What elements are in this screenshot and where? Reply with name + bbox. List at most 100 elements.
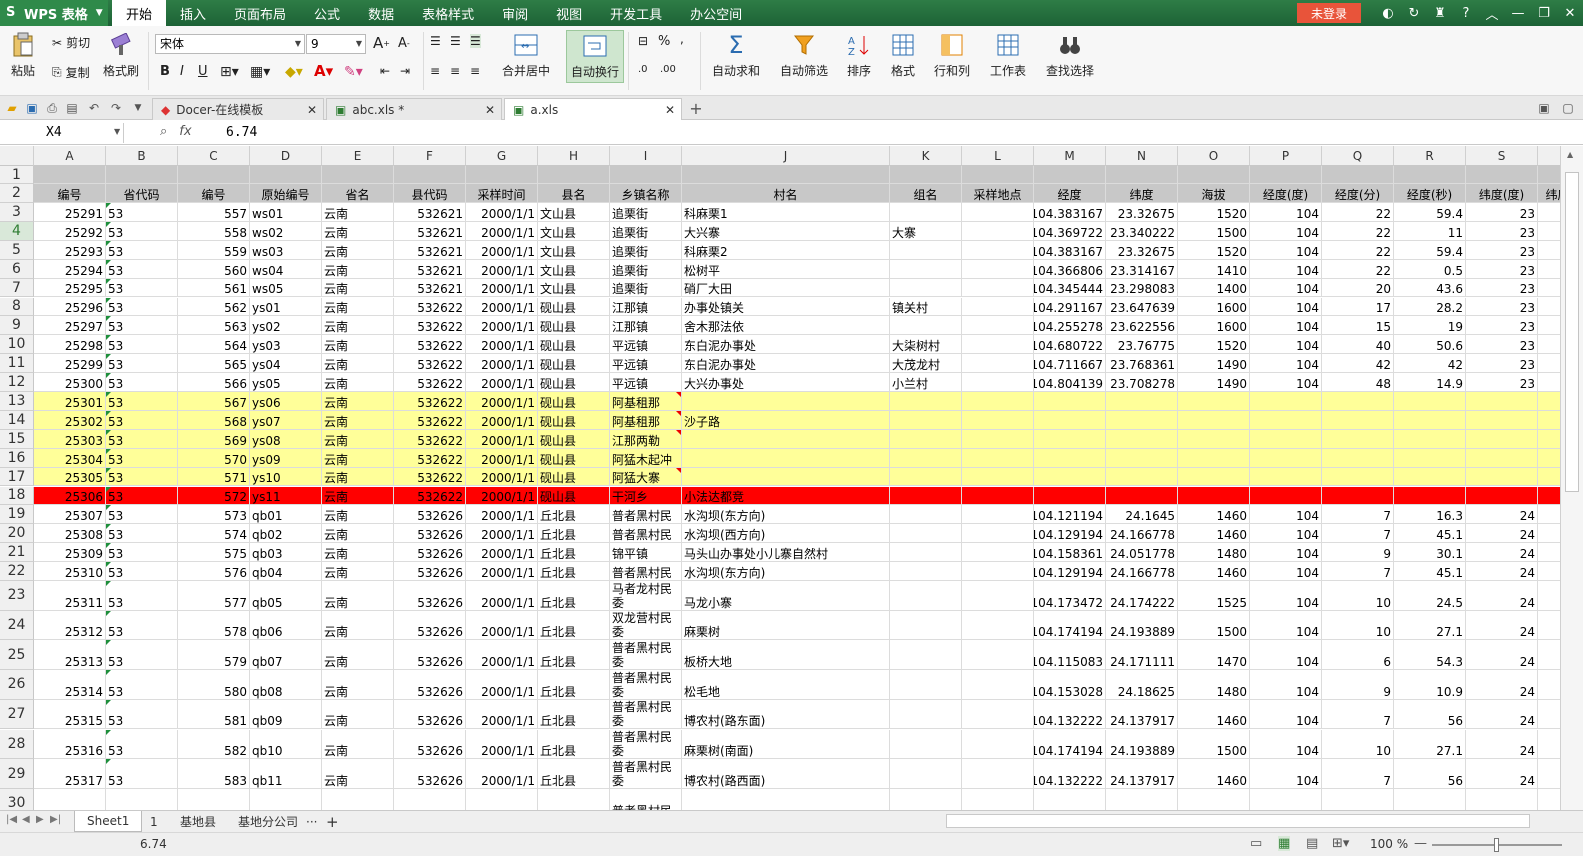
data-cell[interactable]: 25316 [34, 729, 106, 760]
data-cell[interactable]: 565 [178, 354, 250, 374]
data-cell[interactable]: 104 [1250, 610, 1322, 641]
data-cell[interactable]: 53 [106, 392, 178, 411]
increase-decimal-icon[interactable]: .0 [638, 64, 648, 75]
header-cell[interactable]: 海拔 [1178, 184, 1250, 203]
data-cell[interactable] [1322, 788, 1394, 810]
data-cell[interactable]: 23.76775 [1106, 335, 1178, 355]
data-cell[interactable]: 25317 [34, 759, 106, 789]
data-cell[interactable] [962, 240, 1034, 260]
data-cell[interactable]: 丘北县 [538, 759, 610, 789]
data-cell[interactable] [962, 524, 1034, 544]
data-cell[interactable]: 追栗街 [610, 259, 682, 279]
village-cell[interactable]: 马头山办事处小儿寨自然村 [682, 543, 890, 563]
village-cell[interactable]: 板桥大地 [682, 640, 890, 671]
data-cell[interactable]: qb07 [250, 640, 322, 671]
data-cell[interactable]: 24.137917 [1106, 699, 1178, 730]
row-header[interactable]: 3 [0, 203, 34, 222]
data-cell[interactable]: 2000/1/1 [466, 670, 538, 700]
decrease-font-icon[interactable]: A- [398, 36, 410, 51]
data-cell[interactable] [1250, 410, 1322, 430]
data-cell[interactable]: 56 [1394, 759, 1466, 789]
data-cell[interactable] [1034, 392, 1106, 411]
header-cell[interactable]: 省名 [322, 184, 394, 203]
data-cell[interactable]: 23.32675 [1106, 203, 1178, 222]
data-cell[interactable] [962, 759, 1034, 789]
column-header[interactable]: N [1106, 146, 1178, 166]
data-cell[interactable]: 1500 [1178, 610, 1250, 641]
cell[interactable] [394, 166, 466, 184]
data-cell[interactable]: 104 [1250, 581, 1322, 611]
data-cell[interactable]: 25315 [34, 699, 106, 730]
data-cell[interactable]: 23.768361 [1106, 354, 1178, 374]
data-cell[interactable]: 104 [1250, 640, 1322, 671]
horizontal-scrollbar[interactable] [946, 814, 1530, 828]
data-cell[interactable]: 532626 [394, 610, 466, 641]
menu-tab[interactable]: 页面布局 [220, 0, 300, 26]
format-painter-button[interactable]: 格式刷 [103, 32, 139, 79]
cell[interactable] [466, 166, 538, 184]
data-cell[interactable] [1538, 543, 1560, 563]
data-cell[interactable]: 双龙营村民委 [610, 610, 682, 641]
data-cell[interactable]: 25312 [34, 610, 106, 641]
cell[interactable] [1466, 166, 1538, 184]
data-cell[interactable]: 104 [1250, 335, 1322, 355]
data-cell[interactable]: ys03 [250, 335, 322, 355]
data-cell[interactable]: ws01 [250, 203, 322, 222]
data-cell[interactable]: 10 [1322, 729, 1394, 760]
data-cell[interactable]: 1410 [1178, 259, 1250, 279]
clear-format-icon[interactable]: ✎▾ [344, 64, 363, 80]
data-cell[interactable] [1250, 392, 1322, 411]
cell[interactable] [1106, 166, 1178, 184]
row-header[interactable]: 6 [0, 259, 34, 279]
data-cell[interactable]: 104 [1250, 297, 1322, 317]
data-cell[interactable]: 大寨 [890, 221, 962, 241]
data-cell[interactable]: 532622 [394, 486, 466, 506]
data-cell[interactable]: ws05 [250, 278, 322, 298]
data-cell[interactable]: 53 [106, 448, 178, 468]
data-cell[interactable]: 追栗街 [610, 240, 682, 260]
row-header[interactable]: 15 [0, 429, 34, 449]
data-cell[interactable]: 云南 [322, 581, 394, 611]
data-cell[interactable] [1538, 429, 1560, 449]
data-cell[interactable] [962, 354, 1034, 374]
font-color-icon[interactable]: A▾ [314, 62, 333, 80]
village-cell[interactable]: 科麻栗1 [682, 203, 890, 222]
data-cell[interactable] [890, 410, 962, 430]
data-cell[interactable] [1538, 203, 1560, 222]
data-cell[interactable]: qb05 [250, 581, 322, 611]
print-preview-icon[interactable]: ▤ [64, 100, 80, 116]
row-header[interactable]: 10 [0, 335, 34, 355]
data-cell[interactable]: 云南 [322, 392, 394, 411]
data-cell[interactable]: 25307 [34, 505, 106, 525]
align-left-icon[interactable]: ≡ [430, 64, 440, 78]
data-cell[interactable] [1034, 788, 1106, 810]
data-cell[interactable]: ws03 [250, 240, 322, 260]
cell[interactable] [1250, 166, 1322, 184]
data-cell[interactable]: 25298 [34, 335, 106, 355]
data-cell[interactable]: 25301 [34, 392, 106, 411]
data-cell[interactable] [962, 640, 1034, 671]
data-cell[interactable]: 15 [1322, 316, 1394, 336]
zoom-icon[interactable]: ⌕ [160, 124, 167, 139]
find-select-button[interactable]: 查找选择 [1046, 32, 1094, 79]
data-cell[interactable]: 2000/1/1 [466, 581, 538, 611]
data-cell[interactable] [1394, 467, 1466, 487]
data-cell[interactable]: 53 [106, 240, 178, 260]
data-cell[interactable] [1178, 788, 1250, 810]
first-sheet-icon[interactable]: |◀ [6, 814, 17, 825]
data-cell[interactable]: 24 [1466, 729, 1538, 760]
header-cell[interactable]: 经度(分) [1322, 184, 1394, 203]
data-cell[interactable]: 53 [106, 562, 178, 581]
data-cell[interactable]: 104.174194 [1034, 729, 1106, 760]
row-header[interactable]: 2 [0, 184, 34, 203]
data-cell[interactable] [538, 788, 610, 810]
data-cell[interactable]: 文山县 [538, 278, 610, 298]
data-cell[interactable]: 24.166778 [1106, 524, 1178, 544]
cell[interactable] [962, 166, 1034, 184]
close-tab-icon[interactable]: ✕ [485, 103, 495, 117]
scroll-thumb[interactable] [1565, 172, 1579, 492]
data-cell[interactable]: 59.4 [1394, 240, 1466, 260]
data-cell[interactable]: 1480 [1178, 670, 1250, 700]
data-cell[interactable]: 559 [178, 240, 250, 260]
autosum-button[interactable]: Σ 自动求和 [712, 31, 760, 79]
